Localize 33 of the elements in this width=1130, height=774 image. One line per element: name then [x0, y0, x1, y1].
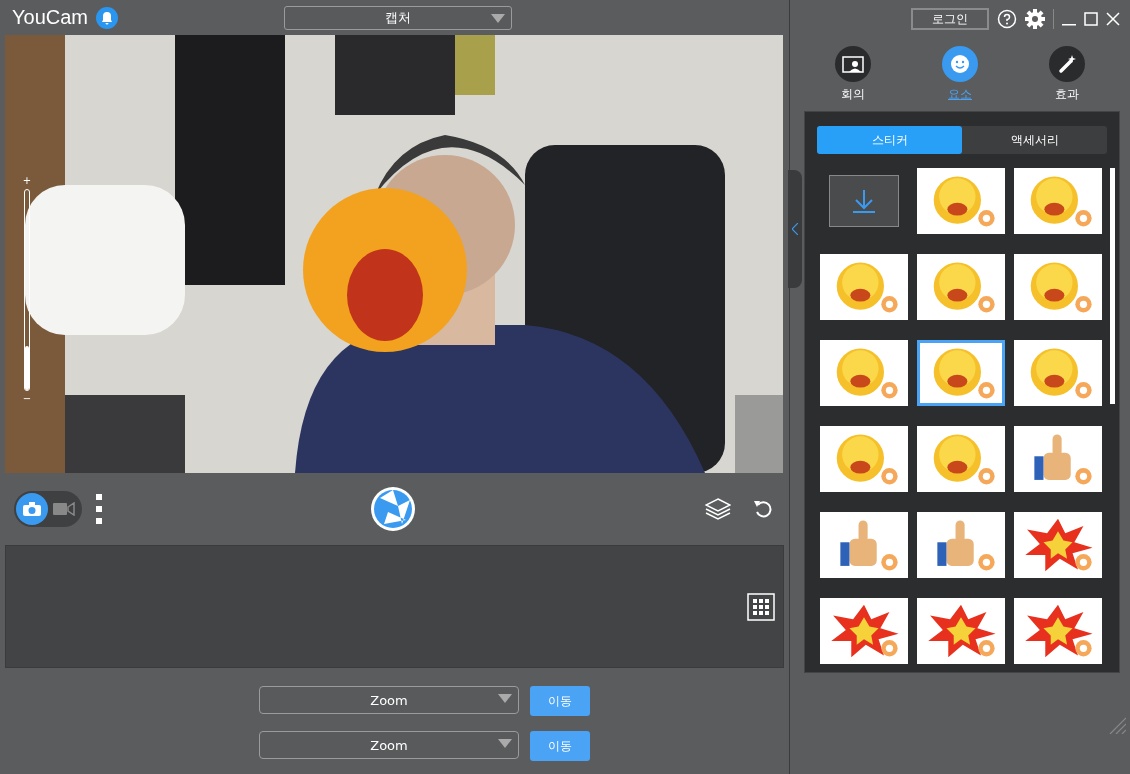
- layers-icon[interactable]: [705, 497, 731, 521]
- shutter-button[interactable]: [370, 486, 416, 532]
- zoom-slider-thumb[interactable]: [25, 346, 29, 390]
- smiley-icon: [949, 53, 971, 75]
- maximize-icon[interactable]: [1084, 12, 1098, 26]
- bell-icon[interactable]: [96, 6, 118, 29]
- zoom-in-label: +: [22, 175, 32, 187]
- resize-grip-icon[interactable]: [1108, 716, 1126, 734]
- download-icon: [851, 188, 877, 214]
- close-icon[interactable]: [1106, 12, 1120, 26]
- grid-icon[interactable]: [747, 592, 775, 621]
- help-icon[interactable]: [997, 9, 1017, 29]
- picture-frame-icon: [842, 55, 865, 73]
- magic-wand-icon: [1056, 54, 1077, 74]
- sticker-category-tab[interactable]: 액세서리: [962, 126, 1107, 154]
- app-title: YouCam: [12, 6, 88, 29]
- mode-dropdown[interactable]: 캡처: [284, 5, 512, 30]
- rotate-icon[interactable]: [753, 499, 773, 519]
- scrollbar[interactable]: [1110, 168, 1115, 404]
- collapse-panel-handle[interactable]: [788, 170, 802, 288]
- pan-dropdown[interactable]: Zoom: [259, 731, 519, 759]
- photo-mode-button[interactable]: [16, 493, 48, 525]
- pan-dropdown[interactable]: Zoom: [259, 686, 519, 714]
- zoom-slider[interactable]: [24, 189, 30, 391]
- dropdown-caret-icon: [498, 739, 512, 748]
- settings-icon[interactable]: [1025, 9, 1045, 29]
- more-options-icon[interactable]: [96, 494, 102, 524]
- dropdown-caret-icon: [491, 13, 505, 23]
- zoom-out-label: −: [22, 393, 32, 405]
- video-camera-icon: [53, 502, 75, 516]
- dropdown-caret-icon: [498, 694, 512, 703]
- login-button[interactable]: 로그인: [911, 8, 989, 30]
- camera-icon: [23, 502, 41, 516]
